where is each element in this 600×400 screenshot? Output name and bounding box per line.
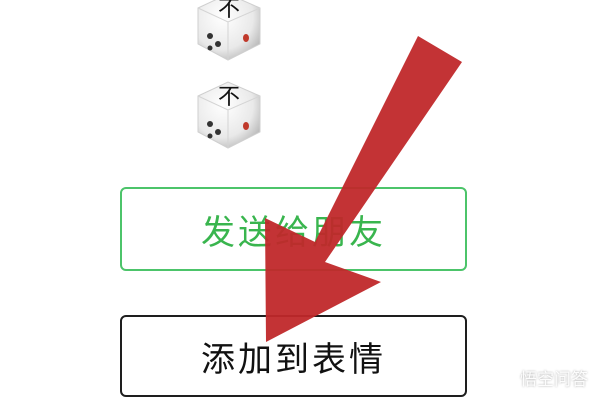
add-to-stickers-button[interactable]: 添加到表情	[120, 315, 467, 397]
dice-face-text: 不	[218, 85, 240, 110]
dice-icon: 不	[197, 81, 261, 149]
send-to-friend-button[interactable]: 发送给朋友	[120, 187, 467, 271]
wukong-logo-icon	[494, 367, 514, 388]
watermark: 悟空问答	[494, 365, 588, 390]
dice-icon: 不	[197, 0, 261, 61]
dice-sticker[interactable]: 不	[188, 74, 268, 154]
dice-sticker[interactable]: 不	[188, 0, 268, 66]
add-to-stickers-label: 添加到表情	[201, 339, 386, 380]
send-to-friend-label: 发送给朋友	[201, 212, 386, 253]
dice-face-text: 不	[218, 0, 240, 22]
watermark-text: 悟空问答	[520, 370, 588, 390]
